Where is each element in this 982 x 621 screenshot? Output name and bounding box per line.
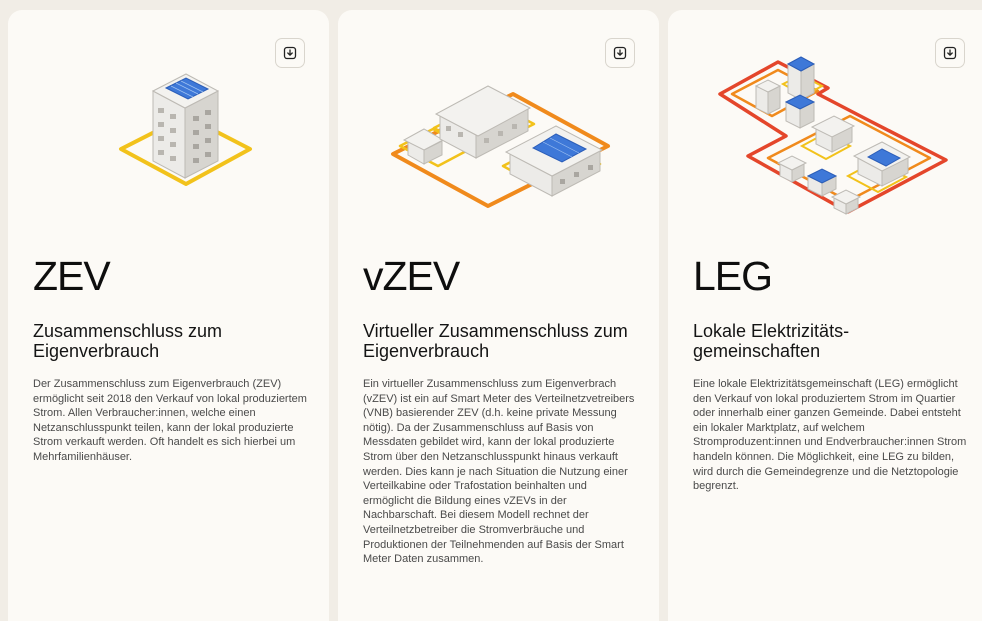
card-subtitle: Virtueller Zusammenschluss zum Eigenverb… xyxy=(363,321,628,361)
card-leg: LEG Lokale Elektrizitäts-gemeinschaften … xyxy=(668,10,982,621)
card-description: Eine lokale Elektrizitätsgemeinschaft (L… xyxy=(693,378,967,493)
card-description: Ein virtueller Zusammenschluss zum Eigen… xyxy=(363,378,635,566)
zev-illustration xyxy=(8,36,329,236)
card-subtitle: Zusammenschluss zum Eigenverbrauch xyxy=(33,321,223,361)
card-vzev: vZEV Virtueller Zusammenschluss zum Eige… xyxy=(338,10,659,621)
card-acronym: ZEV xyxy=(33,253,111,299)
card-acronym: vZEV xyxy=(363,253,460,299)
card-acronym: LEG xyxy=(693,253,773,299)
card-zev: ZEV Zusammenschluss zum Eigenverbrauch D… xyxy=(8,10,329,621)
leg-illustration xyxy=(668,36,982,236)
card-description: Der Zusammenschluss zum Eigenverbrauch (… xyxy=(33,378,307,463)
cards-grid: ZEV Zusammenschluss zum Eigenverbrauch D… xyxy=(8,10,982,621)
vzev-illustration xyxy=(338,36,659,236)
card-subtitle: Lokale Elektrizitäts-gemeinschaften xyxy=(693,321,850,361)
